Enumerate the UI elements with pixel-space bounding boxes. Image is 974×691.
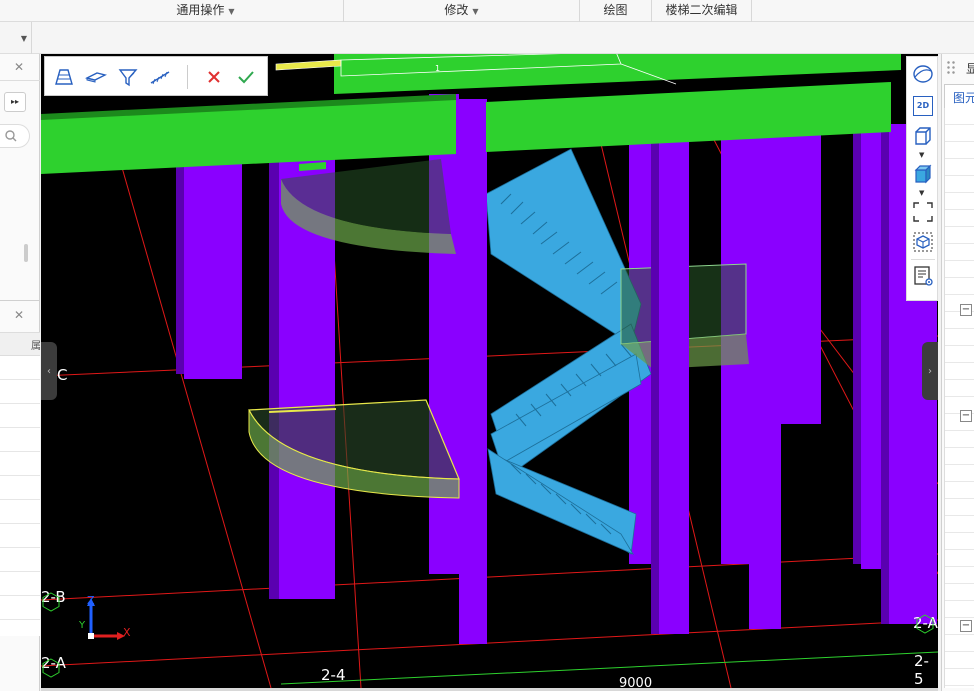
chevron-down-icon[interactable]: ▼ [919,189,924,197]
tab-elements[interactable]: 图元 [944,84,974,108]
axis-label-2-5: 2-5 [914,652,929,688]
chevron-down-icon: ▼ [472,7,479,16]
ribbon-bar: 通用操作 ▼ 修改 ▼ 绘图 楼梯二次编辑 [0,0,974,22]
tree-collapse-icon[interactable]: − [960,620,972,632]
gizmo-z-label: Z [87,594,95,607]
right-panel-toggle[interactable]: › [922,342,938,400]
dimension-label-top: 1 [435,64,441,73]
left-panel: ✕ ▸▸ ✕ 属 [0,54,41,691]
scrollbar-thumb[interactable] [24,244,28,262]
tree-collapse-icon[interactable]: − [960,410,972,422]
2d-view-icon: 2D [913,96,933,116]
secondary-toolbar: ▼ [0,22,974,54]
filter-button[interactable] [115,64,141,90]
chevron-right-icon: › [928,365,932,377]
axis-hex-marker [42,592,60,612]
confirm-button[interactable] [233,64,259,90]
expand-button[interactable]: ▸▸ [4,92,26,112]
dimension-line [280,651,938,685]
tree-collapse-icon[interactable]: − [960,304,972,316]
stair-section-button[interactable] [51,64,77,90]
close-icon[interactable]: ✕ [14,308,24,322]
model-canvas[interactable] [41,54,938,688]
gizmo-y-label: Y [79,620,86,631]
panel-title: 显 [966,62,974,76]
3d-box-icon [915,127,931,145]
zoom-extents-button[interactable] [909,199,937,225]
drag-handle-icon[interactable] [946,60,956,74]
ribbon-group-draw[interactable]: 绘图 [580,0,652,22]
orbit-button[interactable] [909,61,937,87]
landing-slab-button[interactable] [83,64,109,90]
column-header: 属 [31,341,41,352]
search-input[interactable] [0,124,30,148]
2d-view-button[interactable]: 2D [909,93,937,119]
left-panel-toggle[interactable]: ‹ [41,342,57,400]
toolbar-divider [187,65,188,89]
ribbon-group-label: 楼梯二次编辑 [665,3,738,17]
ribbon-group-stair-edit[interactable]: 楼梯二次编辑 [652,0,752,22]
ribbon-group-label: 通用操作 [176,3,225,17]
property-table-rows[interactable] [0,356,40,636]
view-toolbar: 2D ▼ ▼ [906,56,938,301]
gizmo-x-label: X [123,626,131,639]
ribbon-group-label: 修改 [444,3,469,17]
close-icon [208,71,220,83]
axis-label-c: C [57,366,68,384]
3d-shaded-button[interactable] [909,161,937,187]
3d-view-button[interactable] [909,123,937,149]
divider [0,300,40,301]
ribbon-group-label: 绘图 [603,3,628,17]
view-cube-button[interactable] [909,229,937,255]
stair-railing-button[interactable] [147,64,173,90]
tab-label: 图元 [953,91,974,105]
cancel-button[interactable] [201,64,227,90]
layer-display-icon [914,266,933,286]
element-tree[interactable] [944,108,974,688]
property-table-header: 属 [0,332,41,356]
chevron-down-icon: ▼ [228,7,235,16]
ribbon-group-modify[interactable]: 修改 ▼ [344,0,580,22]
layer-display-button[interactable] [909,263,937,289]
stair-railing-icon [150,71,170,85]
divider [0,80,40,81]
axis-hex-marker [42,658,60,678]
search-icon [5,130,17,142]
checkmark-icon [238,71,254,84]
chevron-down-icon[interactable]: ▼ [919,151,924,159]
floor-selector[interactable]: ▼ [0,22,32,54]
axis-hex-marker [916,614,934,634]
3d-viewport[interactable]: C 2-B 2-A 2-A 2-4 2-5 9000 1 Z Y X ‹ › [41,54,938,688]
stair-edit-toolbar [44,56,268,96]
stair-flights [485,148,652,555]
funnel-filter-icon [118,69,138,87]
right-panel: 显 图元 − − − [941,54,974,691]
rotate-orbit-icon [913,65,933,83]
axis-label-2-4: 2-4 [321,666,346,684]
chevron-down-icon: ▼ [20,33,27,43]
divider [911,259,935,260]
stair-section-icon [55,69,73,85]
zoom-extents-icon [913,202,933,222]
close-icon[interactable]: ✕ [14,60,24,74]
ribbon-group-general[interactable]: 通用操作 ▼ [68,0,344,22]
view-cube-icon [913,232,933,252]
landing-slab-icon [85,72,107,83]
chevron-left-icon: ‹ [47,365,51,377]
3d-box-color-icon [914,164,932,184]
dimension-label: 9000 [619,676,653,688]
